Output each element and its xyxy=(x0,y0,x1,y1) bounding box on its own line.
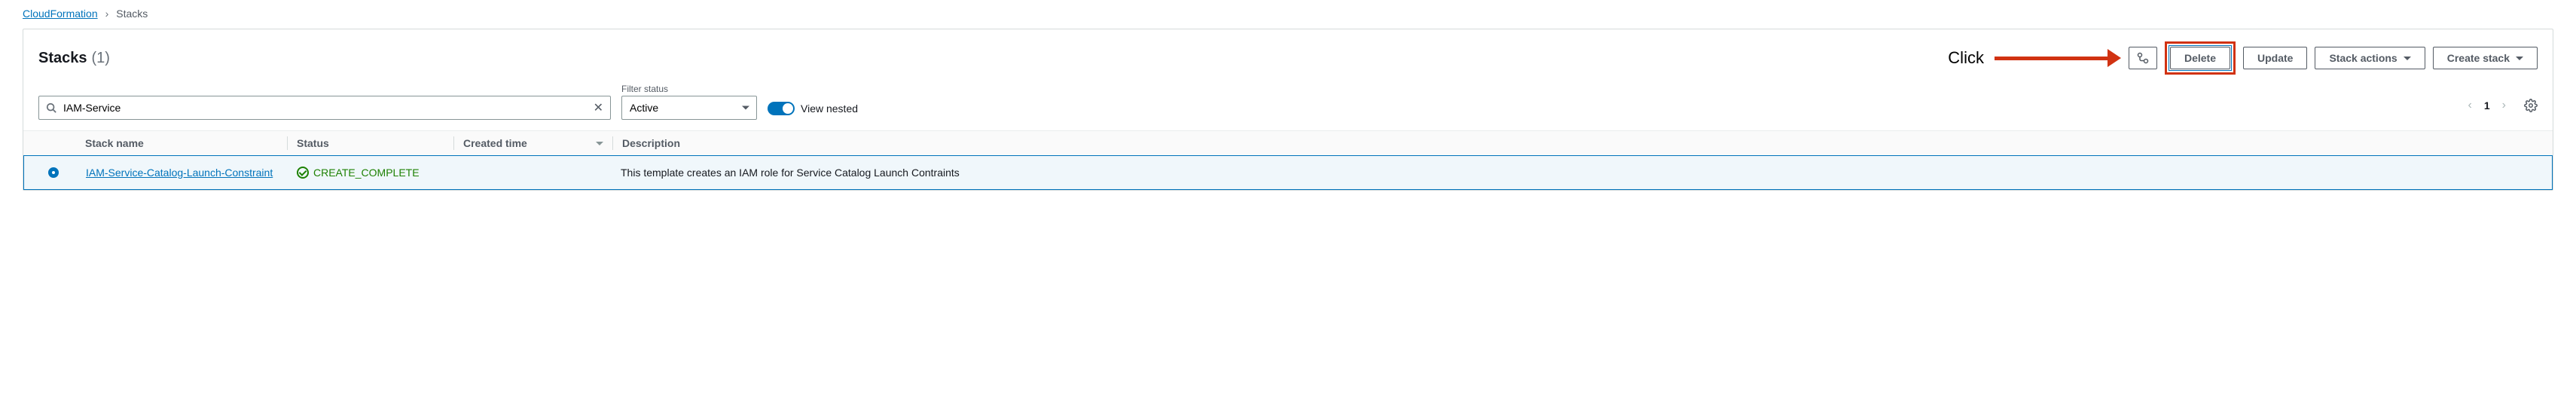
filter-row: ✕ Filter status Active View nested ‹ 1 › xyxy=(23,81,2553,130)
sort-desc-icon xyxy=(596,142,603,145)
diff-icon xyxy=(2137,52,2149,64)
col-created-time[interactable]: Created time xyxy=(454,131,612,155)
stack-name-link[interactable]: IAM-Service-Catalog-Launch-Constraint xyxy=(86,167,273,179)
check-circle-icon xyxy=(297,167,309,179)
stack-count: (1) xyxy=(92,50,110,67)
status-badge: CREATE_COMPLETE xyxy=(297,167,444,179)
table-header: Stack name Status Created time Descripti… xyxy=(23,130,2553,156)
delete-highlight: Delete xyxy=(2165,41,2236,75)
created-time-cell xyxy=(453,170,612,176)
caret-down-icon xyxy=(2516,57,2523,60)
breadcrumb: CloudFormation › Stacks xyxy=(23,8,2553,20)
create-stack-button[interactable]: Create stack xyxy=(2433,47,2538,69)
click-annotation: Click xyxy=(1948,48,2121,68)
stack-actions-label: Stack actions xyxy=(2329,52,2397,64)
stacks-panel: Stacks (1) Click Delete Update Stac xyxy=(23,29,2553,191)
row-radio-selected[interactable] xyxy=(48,167,59,178)
chevron-right-icon: › xyxy=(105,8,109,20)
filter-status: Filter status Active xyxy=(621,84,757,120)
settings-button[interactable] xyxy=(2524,99,2538,112)
prev-page-button[interactable]: ‹ xyxy=(2465,96,2475,115)
stack-actions-button[interactable]: Stack actions xyxy=(2315,47,2425,69)
gear-icon xyxy=(2524,99,2538,112)
action-buttons: Click Delete Update Stack actions Cr xyxy=(1948,41,2538,75)
next-page-button[interactable]: › xyxy=(2499,96,2509,115)
col-description[interactable]: Description xyxy=(613,131,2538,155)
panel-header: Stacks (1) Click Delete Update Stac xyxy=(23,29,2553,81)
search-wrap: ✕ xyxy=(38,96,611,120)
search-input[interactable] xyxy=(38,96,611,120)
view-nested-toggle[interactable] xyxy=(768,102,795,115)
filter-status-select[interactable]: Active xyxy=(621,96,757,120)
col-created-label: Created time xyxy=(463,137,527,149)
annotation-text: Click xyxy=(1948,48,1984,68)
view-diff-button[interactable] xyxy=(2129,47,2157,69)
table-row[interactable]: IAM-Service-Catalog-Launch-Constraint CR… xyxy=(23,155,2553,190)
view-nested-label: View nested xyxy=(801,102,858,115)
description-cell: This template creates an IAM role for Se… xyxy=(612,164,2537,182)
update-button[interactable]: Update xyxy=(2243,47,2307,69)
create-stack-label: Create stack xyxy=(2447,52,2510,64)
col-select xyxy=(38,137,76,149)
page-number: 1 xyxy=(2484,99,2490,112)
clear-search-icon[interactable]: ✕ xyxy=(594,100,603,115)
breadcrumb-root-link[interactable]: CloudFormation xyxy=(23,8,98,20)
pagination: ‹ 1 › xyxy=(2465,96,2538,115)
arrow-icon xyxy=(1995,49,2121,67)
search-icon xyxy=(46,102,56,113)
col-stack-name[interactable]: Stack name xyxy=(76,131,287,155)
filter-status-label: Filter status xyxy=(621,84,757,94)
col-status[interactable]: Status xyxy=(288,131,453,155)
page-title: Stacks xyxy=(38,50,87,67)
delete-button[interactable]: Delete xyxy=(2170,47,2230,69)
caret-down-icon xyxy=(2404,57,2411,60)
view-nested-toggle-wrap: View nested xyxy=(768,102,858,115)
status-text: CREATE_COMPLETE xyxy=(313,167,420,179)
breadcrumb-current: Stacks xyxy=(116,8,148,20)
